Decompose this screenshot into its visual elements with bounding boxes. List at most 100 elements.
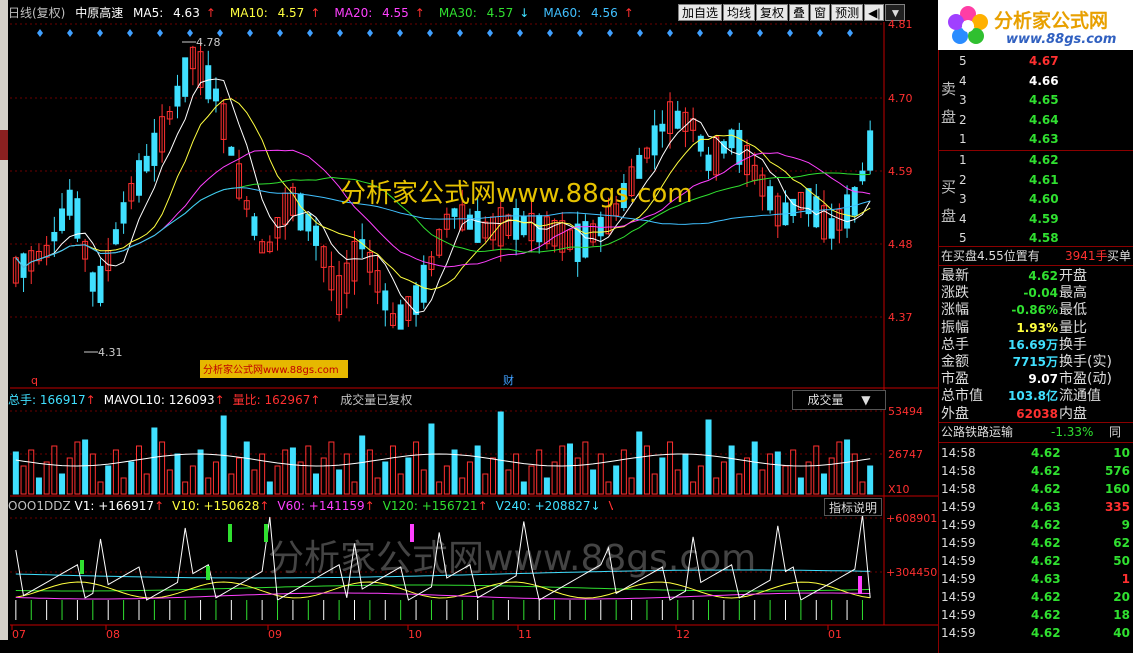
event-marker-icon <box>157 29 163 37</box>
candle-body <box>844 194 851 229</box>
quote-label: 涨幅 <box>941 302 969 319</box>
volume-legend-value: 162967 <box>264 393 311 407</box>
arrow-up-icon: ↑ <box>214 393 225 407</box>
sector-row[interactable]: 公路铁路运输 -1.33% 同 <box>939 423 1133 441</box>
volume-bar <box>443 465 450 495</box>
volume-bar <box>720 461 727 495</box>
volume-bar <box>482 473 489 495</box>
tick-row: 14:59 4.62 20 <box>939 588 1133 606</box>
candle-body <box>59 208 66 231</box>
volume-bar <box>236 457 243 495</box>
order-price: 4.64 <box>1029 112 1059 127</box>
volume-bar <box>82 439 89 495</box>
buy-order-row[interactable]: 2 4.61 <box>939 171 1133 189</box>
volume-bar <box>166 469 173 495</box>
sell-order-row[interactable]: 1 4.63 <box>939 130 1133 148</box>
price-axis-label: 4.37 <box>888 311 913 324</box>
price-axis-label: 4.81 <box>888 18 913 31</box>
volume-bar <box>105 465 112 495</box>
volume-bar <box>343 453 350 495</box>
price-axis-label: 4.59 <box>888 165 913 178</box>
volume-axis-label: 53494 <box>888 405 923 418</box>
candle-body <box>659 123 666 132</box>
volume-bar <box>189 465 196 495</box>
signal-bar <box>858 576 862 594</box>
volume-bar <box>305 445 312 495</box>
volume-bar <box>112 449 119 495</box>
volume-bar <box>212 461 219 495</box>
candle-body <box>828 218 835 239</box>
tick-row: 14:59 4.62 62 <box>939 534 1133 552</box>
buy-order-row[interactable]: 1 4.62 <box>939 151 1133 169</box>
candle-body <box>112 229 119 245</box>
date-axis-label: 08 <box>106 628 120 641</box>
volume-bar <box>674 469 681 495</box>
event-marker-icon <box>757 29 763 37</box>
order-level: 4 <box>959 211 967 226</box>
candle-body <box>135 160 142 196</box>
chart-area[interactable]: 日线(复权) 中原高速 MA5: 4.63 ↑ MA10: 4.57 ↑ MA20: 4… <box>0 0 938 653</box>
candle-body <box>697 135 704 152</box>
tick-volume: 335 <box>1104 500 1130 514</box>
event-marker-icon <box>337 29 343 37</box>
buy-order-row[interactable]: 4 4.59 <box>939 210 1133 228</box>
volume-bar <box>613 465 620 495</box>
volume-bar <box>651 473 658 495</box>
volume-legend-label: MAVOL10: <box>103 393 169 407</box>
tick-row: 14:59 4.63 335 <box>939 498 1133 516</box>
quote-label-2: 最低 <box>1059 302 1087 319</box>
candle-body <box>51 231 58 242</box>
event-marker-icon <box>637 29 643 37</box>
order-price: 4.61 <box>1029 172 1059 187</box>
tick-row: 14:59 4.62 40 <box>939 624 1133 642</box>
sell-order-row[interactable]: 3 4.65 <box>939 91 1133 109</box>
volume-legend-label: 量比: <box>232 393 265 407</box>
volume-bar <box>566 443 573 495</box>
volume-bar <box>89 453 96 495</box>
order-level: 5 <box>959 231 967 245</box>
indicator-help-button[interactable]: 指标说明 <box>824 498 883 516</box>
position-note: 在买盘4.55位置有 <box>941 249 1040 263</box>
volume-bar <box>20 465 27 495</box>
indicator-axis-label: +304450 <box>886 566 937 579</box>
volume-bar <box>520 481 527 495</box>
tick-volume: 1 <box>1121 572 1130 586</box>
volume-bar <box>459 477 466 495</box>
event-marker-icon <box>487 29 493 37</box>
volume-bar <box>774 451 781 495</box>
candle-body <box>251 216 258 236</box>
candle-body <box>74 198 81 239</box>
volume-bar <box>428 423 435 495</box>
tick-volume: 10 <box>1113 446 1130 460</box>
chevron-down-icon: ▼ <box>861 393 871 407</box>
volume-bar <box>243 441 250 495</box>
indicator-name: OOO1DDZ <box>8 499 71 513</box>
quote-row: 总手 16.69万 换手 <box>939 336 1133 354</box>
indicator-selector[interactable]: 成交量 ▼ <box>792 390 886 410</box>
watermark-small: 分析家公式网www.88gs.com <box>203 363 339 376</box>
volume-bar <box>805 461 812 495</box>
sell-order-row[interactable]: 5 4.67 <box>939 52 1133 70</box>
volume-bar <box>405 457 412 495</box>
indicator-legend-item: V1: +166917↑ <box>75 499 165 513</box>
date-axis-label: 01 <box>828 628 842 641</box>
candle-body <box>520 215 527 236</box>
indicator-legend-item: VOLL1: +10( <box>609 499 613 513</box>
volume-legend-value: 126093 <box>168 393 215 407</box>
signal-bar <box>206 566 210 580</box>
volume-bar <box>420 469 427 495</box>
indicator-legend-value: +150628 <box>203 499 260 513</box>
volume-bar <box>274 465 281 495</box>
date-axis-label: 12 <box>676 628 690 641</box>
volume-bar <box>397 473 404 495</box>
volume-bar <box>659 457 666 495</box>
sell-order-row[interactable]: 4 4.66 <box>939 72 1133 90</box>
indicator-legend-label: V240: <box>495 499 535 513</box>
sell-order-row[interactable]: 2 4.64 <box>939 111 1133 129</box>
buy-order-row[interactable]: 5 4.58 <box>939 229 1133 247</box>
date-axis-label: 10 <box>408 628 422 641</box>
candle-body <box>651 125 658 156</box>
volume-bar <box>28 449 35 495</box>
buy-order-row[interactable]: 3 4.60 <box>939 190 1133 208</box>
event-marker-icon <box>577 29 583 37</box>
